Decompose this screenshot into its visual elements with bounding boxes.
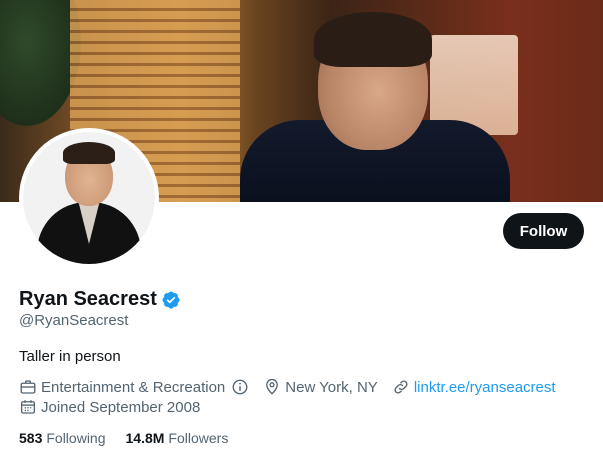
follow-counts: 583 Following 14.8M Followers (19, 430, 228, 446)
avatar-hair (63, 142, 115, 164)
followers-link[interactable]: 14.8M Followers (126, 430, 229, 446)
name-row: Ryan Seacrest (19, 288, 181, 311)
verified-badge-icon[interactable] (161, 290, 181, 310)
location-item: New York, NY (263, 378, 378, 396)
user-handle: @RyanSeacrest (19, 312, 129, 329)
profile-meta-row-2: Joined September 2008 (19, 398, 214, 416)
followers-label: Followers (168, 430, 229, 446)
following-link[interactable]: 583 Following (19, 430, 106, 446)
joined-item: Joined September 2008 (19, 398, 200, 416)
banner-person-hair (314, 12, 432, 67)
website-item: linktr.ee/ryanseacrest (392, 378, 556, 396)
display-name: Ryan Seacrest (19, 288, 157, 310)
location-text: New York, NY (285, 378, 378, 396)
category-item: Entertainment & Recreation (19, 378, 249, 396)
joined-text: Joined September 2008 (41, 398, 201, 416)
location-pin-icon (266, 378, 279, 395)
following-count: 583 (19, 430, 43, 446)
category-text: Entertainment & Recreation (41, 378, 226, 396)
follow-button[interactable]: Follow (503, 213, 584, 249)
info-icon[interactable] (231, 378, 249, 396)
profile-avatar[interactable] (19, 128, 159, 268)
briefcase-icon (20, 380, 36, 394)
following-label: Following (46, 430, 106, 446)
profile-bio: Taller in person (19, 348, 121, 365)
avatar-photo (23, 132, 155, 264)
website-link[interactable]: linktr.ee/ryanseacrest (414, 379, 556, 396)
calendar-icon (20, 400, 36, 414)
link-icon (394, 380, 408, 394)
profile-meta-row: Entertainment & Recreation New York, NY … (19, 378, 570, 396)
followers-count: 14.8M (125, 430, 165, 446)
